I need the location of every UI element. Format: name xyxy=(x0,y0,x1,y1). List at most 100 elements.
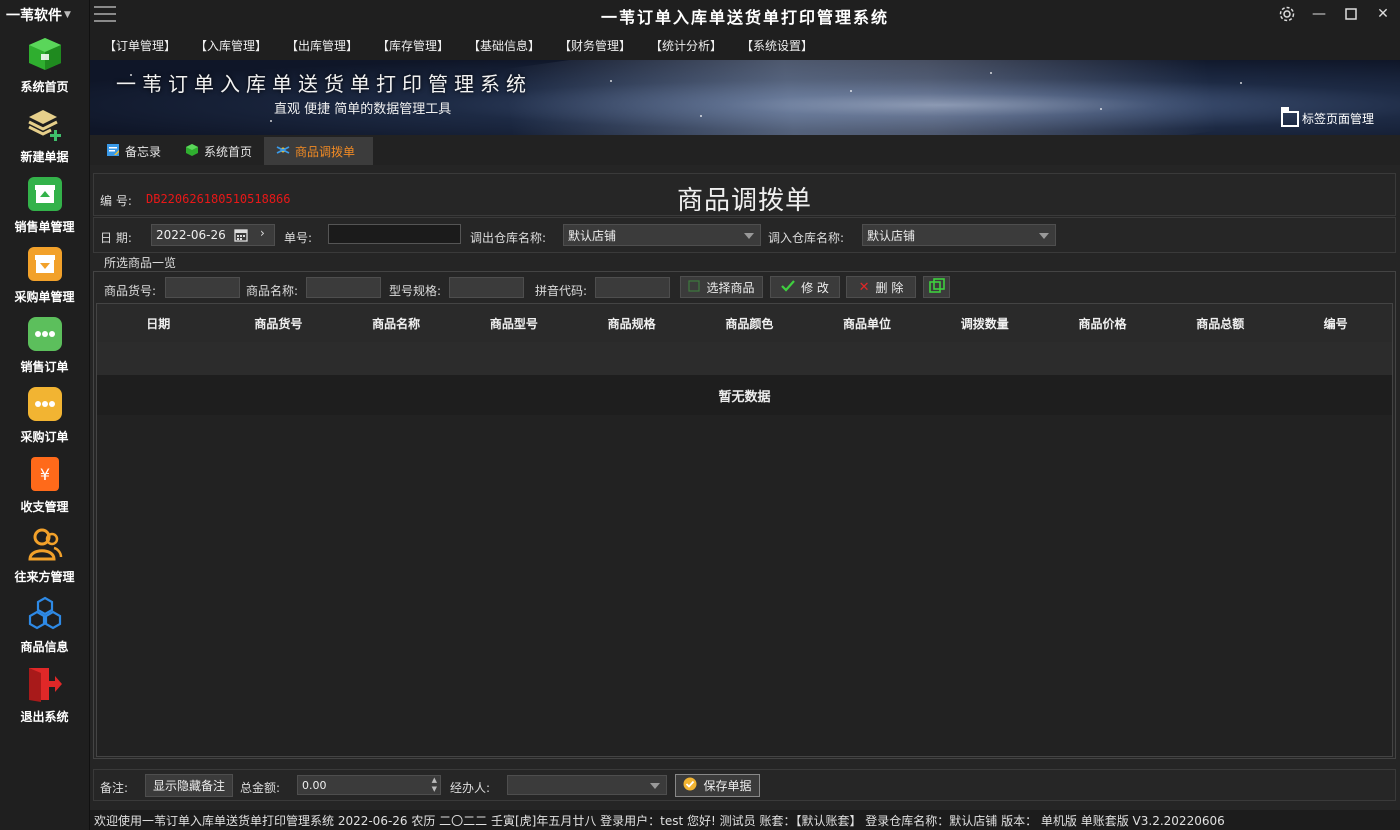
spin-arrows-icon[interactable]: ▲ ▼ xyxy=(432,776,437,794)
tab-home[interactable]: 系统首页 xyxy=(173,137,264,165)
in-warehouse-value: 默认店铺 xyxy=(867,228,916,243)
chevron-right-icon[interactable]: › xyxy=(260,226,265,240)
sidebar-item-home[interactable]: 系统首页 xyxy=(0,30,89,100)
green-box-icon xyxy=(26,35,64,73)
sidebar-item-sales-docs[interactable]: 销售单管理 xyxy=(0,170,89,240)
banner-title: 一苇订单入库单送货单打印管理系统 xyxy=(116,72,532,96)
tab-label: 商品调拨单 xyxy=(295,144,356,159)
banner-star xyxy=(1240,82,1242,84)
select-goods-button[interactable]: 选择商品 xyxy=(680,276,763,298)
chevron-down-icon xyxy=(744,233,754,239)
chevron-down-icon xyxy=(650,783,660,789)
date-label: 日 期: xyxy=(100,231,132,245)
banner-star xyxy=(990,72,992,74)
menu-inbound[interactable]: 【入库管理】 xyxy=(195,37,286,54)
table-header: 日期 商品货号 商品名称 商品型号 商品规格 商品颜色 商品单位 调拨数量 商品… xyxy=(97,304,1392,342)
tab-goods-transfer[interactable]: 商品调拨单 xyxy=(264,137,374,165)
total-amount-stepper[interactable]: 0.00 ▲ ▼ xyxy=(297,775,441,795)
toggle-remark-button[interactable]: 显示隐藏备注 xyxy=(145,774,233,797)
delete-button[interactable]: ✕ 删 除 xyxy=(846,276,916,298)
banner-star xyxy=(270,120,272,122)
sidebar-item-new-doc[interactable]: 新建单据 xyxy=(0,100,89,170)
form-info-row: 日 期: 2022-06-26 › 单号: 调出仓库名称: 默认店铺 调入仓库名… xyxy=(93,217,1396,253)
sku-filter-input[interactable] xyxy=(165,277,240,298)
left-sidebar: 一苇软件 ▼ 系统首页 新建单据 销售单管理 采购单管理 销售订单 采购订单 ¥… xyxy=(0,0,90,830)
tab-memo[interactable]: 备忘录 xyxy=(94,137,173,165)
menu-finance[interactable]: 【财务管理】 xyxy=(559,37,650,54)
pinyin-filter-input[interactable] xyxy=(595,277,670,298)
banner-subtitle: 直观 便捷 简单的数据管理工具 xyxy=(274,102,452,117)
brand-menu[interactable]: 一苇软件 ▼ xyxy=(0,0,89,30)
sidebar-item-purchase-docs[interactable]: 采购单管理 xyxy=(0,240,89,310)
menu-inventory[interactable]: 【库存管理】 xyxy=(377,37,468,54)
handler-label: 经办人: xyxy=(450,781,491,795)
chat-dots-icon xyxy=(26,385,64,423)
copy-button[interactable] xyxy=(923,276,950,298)
close-icon[interactable]: ✕ xyxy=(1374,4,1392,24)
out-warehouse-value: 默认店铺 xyxy=(568,228,617,243)
save-button[interactable]: 保存单据 xyxy=(675,774,760,797)
out-warehouse-select[interactable]: 默认店铺 xyxy=(563,224,761,246)
col-name[interactable]: 商品名称 xyxy=(337,315,455,332)
sidebar-item-label: 采购订单 xyxy=(20,430,69,444)
sidebar-item-sales-orders[interactable]: 销售订单 xyxy=(0,310,89,380)
empty-state: 暂无数据 xyxy=(97,375,1392,415)
form-header: 编 号: DB220626180510518866 商品调拨单 xyxy=(93,173,1396,216)
yen-icon: ¥ xyxy=(26,455,64,493)
tab-label: 备忘录 xyxy=(125,144,162,159)
sidebar-item-products[interactable]: 商品信息 xyxy=(0,590,89,660)
check-icon xyxy=(781,279,795,295)
col-sku[interactable]: 商品货号 xyxy=(220,315,338,332)
col-price[interactable]: 商品价格 xyxy=(1044,315,1162,332)
banner-star xyxy=(700,115,702,117)
exit-icon xyxy=(26,665,64,703)
minimize-icon[interactable]: — xyxy=(1310,4,1328,24)
name-filter-input[interactable] xyxy=(306,277,381,298)
col-spec[interactable]: 商品规格 xyxy=(573,315,691,332)
calendar-icon[interactable] xyxy=(234,228,248,245)
sidebar-item-label: 往来方管理 xyxy=(14,570,75,584)
in-warehouse-select[interactable]: 默认店铺 xyxy=(862,224,1056,246)
col-model[interactable]: 商品型号 xyxy=(455,315,573,332)
col-date[interactable]: 日期 xyxy=(97,315,220,332)
download-box-icon xyxy=(26,245,64,283)
menu-bar: 【订单管理】 【入库管理】 【出库管理】 【库存管理】 【基础信息】 【财务管理… xyxy=(90,30,1400,60)
handler-select[interactable] xyxy=(507,775,667,795)
pinyin-filter-label: 拼音代码: xyxy=(535,284,588,298)
tab-strip: 备忘录 系统首页 商品调拨单 xyxy=(90,135,1400,165)
sidebar-item-label: 收支管理 xyxy=(20,500,69,514)
sidebar-item-contacts[interactable]: 往来方管理 xyxy=(0,520,89,590)
table-row xyxy=(97,342,1392,375)
delete-label: 删 除 xyxy=(875,280,904,295)
date-picker[interactable]: 2022-06-26 › xyxy=(151,224,275,246)
tab-manager-button[interactable]: 标签页面管理 xyxy=(1280,106,1374,127)
status-bar: 欢迎使用一苇订单入库单送货单打印管理系统 2022-06-26 农历 二〇二二 … xyxy=(90,810,1400,830)
col-quantity[interactable]: 调拨数量 xyxy=(926,315,1044,332)
menu-orders[interactable]: 【订单管理】 xyxy=(104,37,195,54)
spec-filter-input[interactable] xyxy=(449,277,524,298)
edit-button[interactable]: 修 改 xyxy=(770,276,840,298)
gear-icon[interactable] xyxy=(1278,4,1296,24)
banner-star xyxy=(1100,108,1102,110)
tab-label: 系统首页 xyxy=(204,144,253,159)
cubes-icon xyxy=(26,595,64,633)
col-total[interactable]: 商品总额 xyxy=(1161,315,1279,332)
col-color[interactable]: 商品颜色 xyxy=(690,315,808,332)
col-unit[interactable]: 商品单位 xyxy=(808,315,926,332)
order-no-input[interactable] xyxy=(328,224,461,244)
maximize-icon[interactable] xyxy=(1342,4,1360,24)
menu-outbound[interactable]: 【出库管理】 xyxy=(286,37,377,54)
users-icon xyxy=(26,525,64,563)
upload-box-icon xyxy=(26,175,64,213)
menu-basic-info[interactable]: 【基础信息】 xyxy=(468,37,559,54)
sidebar-item-exit[interactable]: 退出系统 xyxy=(0,660,89,730)
menu-settings[interactable]: 【系统设置】 xyxy=(741,37,832,54)
col-id[interactable]: 编号 xyxy=(1279,315,1392,332)
total-label: 总金额: xyxy=(240,781,281,795)
sidebar-item-purchase-orders[interactable]: 采购订单 xyxy=(0,380,89,450)
sidebar-item-finance[interactable]: ¥ 收支管理 xyxy=(0,450,89,520)
menu-statistics[interactable]: 【统计分析】 xyxy=(650,37,741,54)
goods-group-title: 所选商品一览 xyxy=(102,254,179,271)
chat-dots-icon xyxy=(26,315,64,353)
tab-manager-icon xyxy=(1280,106,1299,127)
